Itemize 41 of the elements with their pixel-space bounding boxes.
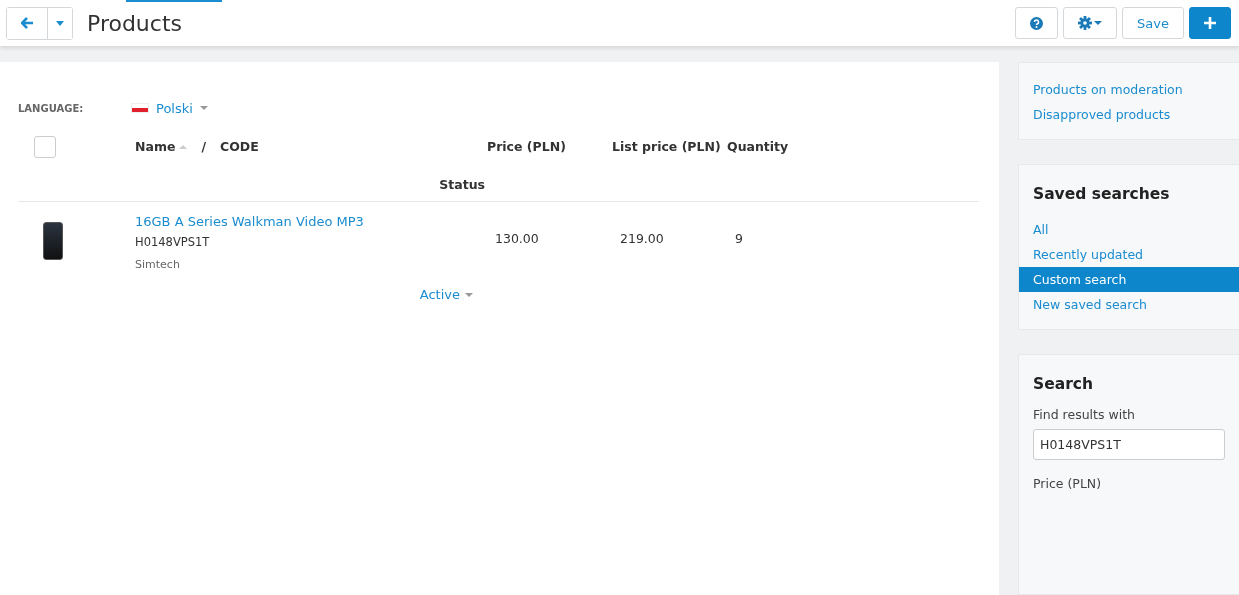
table-cell-text: 130.00 (494, 230, 540, 246)
table-cell-text: 219.00 (619, 230, 665, 246)
select-all-checkbox[interactable] (34, 135, 56, 158)
section-title: Saved searches (1033, 185, 1171, 203)
caret-icon (199, 106, 208, 110)
column-header[interactable]: Name (135, 139, 176, 154)
saved-search-item[interactable]: All (1019, 217, 1239, 242)
search-field[interactable]: H0148VPS1T (1033, 429, 1225, 460)
product-name-link[interactable]: 16GB A Series Walkman Video MP3 (135, 214, 487, 229)
status-dropdown[interactable]: Active (413, 271, 479, 303)
saved-search-item[interactable]: Recently updated (1019, 242, 1239, 267)
column-header[interactable]: Quantity (727, 139, 979, 154)
back-arrow-icon (20, 17, 34, 29)
language-label: LANGUAGE: (18, 102, 85, 114)
field-label: Find results with (1033, 407, 1136, 422)
settings-button[interactable] (1063, 7, 1118, 39)
help-button[interactable] (1015, 7, 1059, 39)
caret-icon (56, 20, 64, 26)
vendor-name: Simtech (135, 258, 180, 271)
plus-icon (1204, 17, 1216, 29)
dropdown-button[interactable] (47, 7, 72, 39)
add-button[interactable] (1189, 7, 1231, 39)
column-header[interactable]: List price (PLN) (612, 139, 727, 154)
saved-search-item[interactable]: New saved search (1019, 292, 1239, 317)
sidebar-link[interactable]: Disapproved products (1019, 102, 1239, 127)
column-header[interactable]: Price (PLN) (487, 139, 612, 154)
section-title: Search (1033, 375, 1094, 393)
table-cell-text: 9 (734, 230, 744, 246)
column-header[interactable]: Status (135, 176, 487, 192)
separator: / (201, 139, 206, 154)
language-selector[interactable]: Polski (131, 100, 208, 116)
sidebar-link[interactable]: Products on moderation (1019, 77, 1239, 102)
field-label: Price (PLN) (1033, 476, 1103, 491)
gear-icon (1078, 16, 1103, 30)
page-title: Products (87, 10, 183, 36)
help-icon (1030, 16, 1044, 30)
product-code: H0148VPS1T (135, 235, 211, 249)
column-header[interactable]: CODE (220, 139, 259, 154)
save-button[interactable]: Save (1122, 7, 1184, 39)
flag-icon (131, 103, 149, 113)
saved-search-item[interactable]: Custom search (1019, 267, 1239, 292)
